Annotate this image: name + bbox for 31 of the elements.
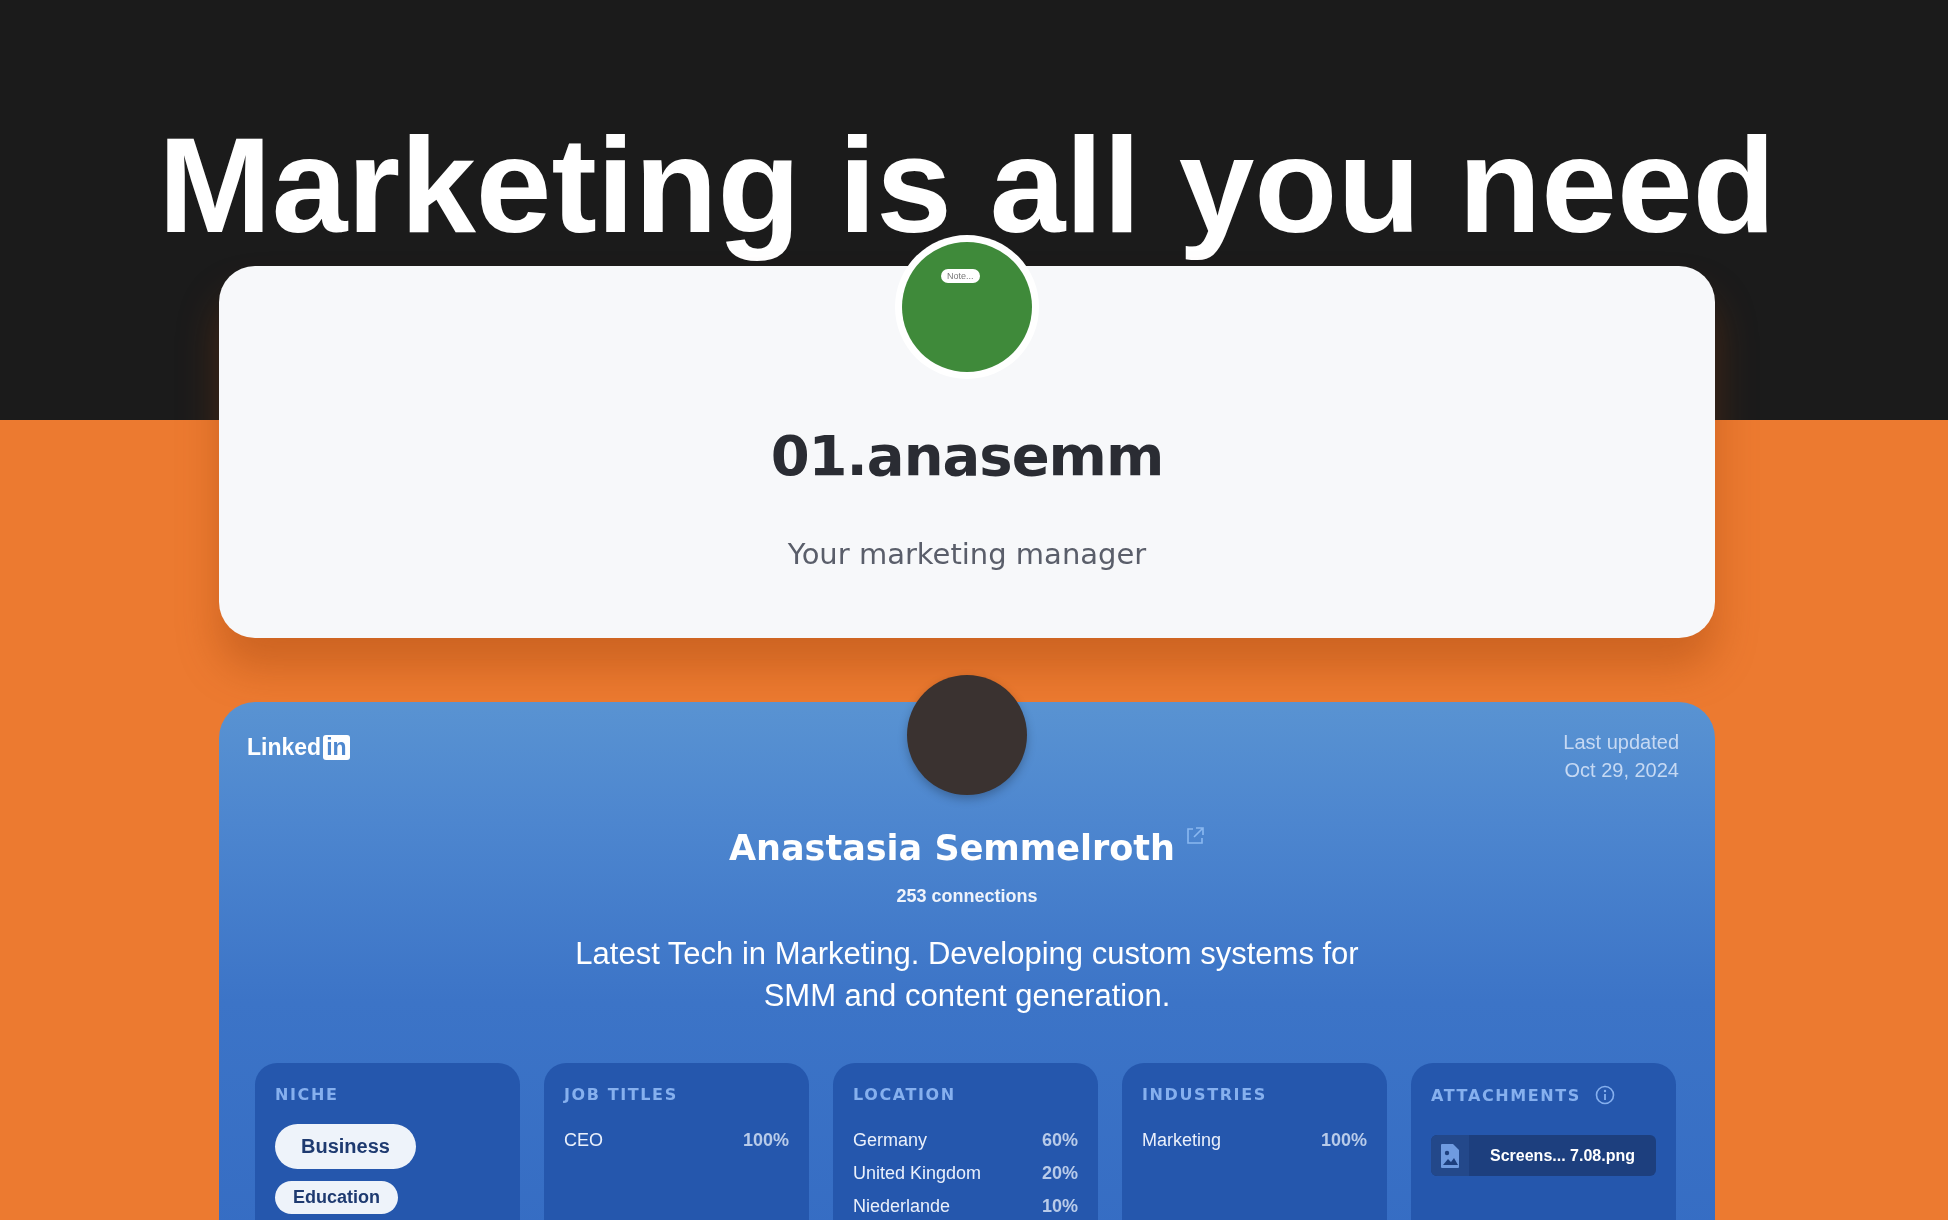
stat-label: Germany <box>853 1130 928 1151</box>
stat-percent: 20% <box>1041 1163 1078 1184</box>
username: 01.anasemm <box>770 426 1164 486</box>
page-title: Marketing is all you need <box>158 108 1776 263</box>
panel-title: JOB TITLES <box>564 1085 678 1104</box>
stat-label: United Kingdom <box>853 1163 982 1184</box>
note-bubble: Note... <box>941 269 980 283</box>
headline: Latest Tech in Marketing. Developing custom systems for SMM and content generation. <box>574 935 1360 1015</box>
external-link-icon[interactable] <box>1185 826 1205 846</box>
connections-count: 253 connections <box>896 886 1038 907</box>
stat-label: CEO <box>564 1130 603 1151</box>
last-updated-date: Oct 29, 2024 <box>1563 758 1679 783</box>
image-file-icon <box>1440 1142 1460 1169</box>
panel-title: INDUSTRIES <box>1142 1085 1267 1104</box>
stat-percent: 60% <box>1041 1130 1078 1151</box>
stat-percent: 100% <box>1320 1130 1367 1151</box>
brand-logo[interactable]: Linked in <box>247 734 350 761</box>
niche-tag[interactable]: Business <box>275 1124 416 1169</box>
stat-percent: 10% <box>1041 1196 1078 1217</box>
stat-label: Marketing <box>1142 1130 1222 1151</box>
info-icon[interactable] <box>1594 1085 1615 1105</box>
niche-tag[interactable]: Education <box>275 1181 398 1214</box>
tagline: Your marketing manager <box>787 536 1147 572</box>
panel-title: NICHE <box>275 1085 339 1104</box>
stat-label: Niederlande <box>853 1196 951 1217</box>
profile-name: Anastasia Semmelroth <box>729 827 1175 870</box>
attachment-chip[interactable]: Screens... 7.08.png <box>1431 1135 1656 1176</box>
stat-percent: 100% <box>742 1130 789 1151</box>
last-updated-label: Last updated <box>1563 730 1679 755</box>
panel-title: ATTACHMENTS <box>1431 1085 1581 1105</box>
panel-title: LOCATION <box>853 1085 956 1104</box>
